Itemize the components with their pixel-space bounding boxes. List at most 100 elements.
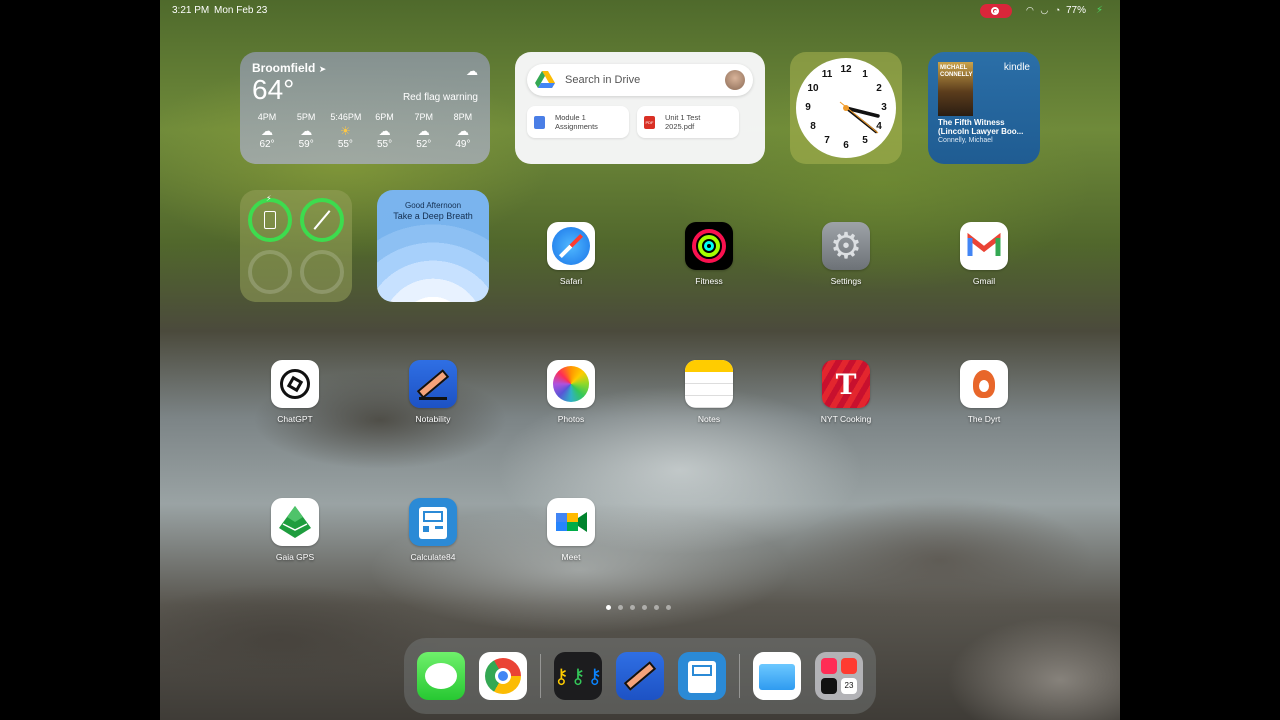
location-arrow-icon: ➤ bbox=[318, 64, 327, 74]
photos-icon bbox=[547, 360, 595, 408]
status-bar: 3:21 PM Mon Feb 23 ◠ ◡ ◔ 77% ⚡ bbox=[160, 4, 1120, 19]
hourly-item: 7PM ☁ 52° bbox=[409, 110, 439, 152]
page-dot[interactable] bbox=[606, 605, 611, 610]
clock-widget[interactable]: 12 1 2 3 4 5 6 7 8 9 10 11 bbox=[790, 52, 902, 164]
hourly-item: 5PM ☁ 59° bbox=[291, 110, 321, 152]
widget-prompt: Take a Deep Breath bbox=[393, 211, 473, 221]
app-gmail[interactable]: Gmail bbox=[949, 222, 1019, 286]
app-label: Meet bbox=[561, 552, 581, 562]
app-fitness[interactable]: Fitness bbox=[674, 222, 744, 286]
charging-bolt-icon: ⚡ bbox=[266, 194, 272, 203]
app-label: Calculate84 bbox=[410, 552, 456, 562]
book-cover: MICHAEL CONNELLY bbox=[938, 62, 973, 116]
wifi-icon: ◠ ◡ ◔ bbox=[1026, 5, 1063, 15]
book-title: The Fifth Witness (Lincoln Lawyer Boo... bbox=[938, 118, 1024, 136]
ipad-home-screen: 3:21 PM Mon Feb 23 ◠ ◡ ◔ 77% ⚡ Broomfiel… bbox=[160, 0, 1120, 720]
page-dot[interactable] bbox=[642, 605, 647, 610]
clock-hands bbox=[839, 101, 880, 134]
app-label: NYT Cooking bbox=[820, 414, 872, 424]
cloud-icon: ☁ bbox=[466, 64, 478, 78]
files-icon[interactable] bbox=[753, 652, 801, 700]
status-date: Mon Feb 23 bbox=[214, 5, 268, 16]
widget-greeting: Good Afternoon bbox=[404, 201, 462, 210]
calculate84-icon[interactable] bbox=[678, 652, 726, 700]
app-label: Notability bbox=[415, 414, 451, 424]
cloud-icon: ☁ bbox=[300, 124, 313, 138]
gmail-icon bbox=[960, 222, 1008, 270]
app-label: Fitness bbox=[695, 276, 723, 286]
kindle-widget[interactable]: MICHAEL CONNELLY kindle The Fifth Witnes… bbox=[928, 52, 1040, 164]
weather-alert: Red flag warning bbox=[402, 92, 478, 103]
drive-file-item[interactable]: PDF Unit 1 Test 2025.pdf bbox=[637, 106, 739, 138]
notability-icon[interactable] bbox=[616, 652, 664, 700]
cloud-icon: ☁ bbox=[456, 124, 469, 138]
dyrt-icon bbox=[960, 360, 1008, 408]
app-safari[interactable]: Safari bbox=[536, 222, 606, 286]
ipad-battery-ring bbox=[248, 198, 292, 242]
hourly-item: 8PM ☁ 49° bbox=[448, 110, 478, 152]
page-dot[interactable] bbox=[630, 605, 635, 610]
mindfulness-widget[interactable]: Good Afternoon Take a Deep Breath bbox=[377, 190, 489, 302]
avatar[interactable] bbox=[725, 70, 745, 90]
page-dot[interactable] bbox=[618, 605, 623, 610]
drive-search-bar[interactable]: Search in Drive bbox=[527, 64, 753, 96]
charging-bolt-icon: ⚡ bbox=[1096, 5, 1104, 16]
batteries-widget[interactable]: ⚡ bbox=[240, 190, 352, 302]
hourly-item: 5:46PM ☀ 55° bbox=[330, 112, 362, 150]
battery-percentage: 77% bbox=[1066, 5, 1087, 16]
app-label: Gmail bbox=[972, 276, 996, 286]
sunset-icon: ☀ bbox=[339, 124, 351, 138]
settings-icon: ⚙ bbox=[822, 222, 870, 270]
weather-widget[interactable]: Broomfield ➤ 64° ☁ Red flag warning 4PM ☁… bbox=[240, 52, 490, 164]
app-label: Notes bbox=[697, 414, 721, 424]
app-label: ChatGPT bbox=[277, 414, 313, 424]
app-notes[interactable]: Notes bbox=[674, 360, 744, 424]
page-dot[interactable] bbox=[666, 605, 671, 610]
weather-hourly-forecast: 4PM ☁ 62° 5PM ☁ 59° 5:46PM ☀ 55° 6PM ☁ 55° 7PM ☁ 5… bbox=[252, 110, 478, 152]
app-settings[interactable]: ⚙ Settings bbox=[811, 222, 881, 286]
page-dot[interactable] bbox=[654, 605, 659, 610]
app-calculate84[interactable]: Calculate84 bbox=[398, 498, 468, 562]
chatgpt-icon bbox=[271, 360, 319, 408]
drive-file-item[interactable]: Module 1 Assignments bbox=[527, 106, 629, 138]
messages-icon[interactable] bbox=[417, 652, 465, 700]
app-chatgpt[interactable]: ChatGPT bbox=[260, 360, 330, 424]
analog-clock-face: 12 1 2 3 4 5 6 7 8 9 10 11 bbox=[796, 58, 896, 158]
app-label: The Dyrt bbox=[967, 414, 1001, 424]
notes-icon bbox=[685, 360, 733, 408]
app-nyt-cooking[interactable]: T NYT Cooking bbox=[811, 360, 881, 424]
app-notability[interactable]: Notability bbox=[398, 360, 468, 424]
empty-battery-ring bbox=[248, 250, 292, 294]
page-indicator[interactable] bbox=[606, 605, 671, 610]
dock-divider bbox=[540, 654, 541, 698]
book-author: Connelly, Michael bbox=[938, 137, 993, 144]
hourly-item: 4PM ☁ 62° bbox=[252, 110, 282, 152]
app-gaia-gps[interactable]: Gaia GPS bbox=[260, 498, 330, 562]
google-doc-icon bbox=[534, 115, 545, 129]
cloud-icon: ☁ bbox=[417, 124, 430, 138]
weather-city: Broomfield ➤ bbox=[252, 61, 327, 75]
google-drive-widget[interactable]: Search in Drive Module 1 Assignments PDF … bbox=[515, 52, 765, 164]
drive-search-placeholder: Search in Drive bbox=[565, 74, 641, 86]
dock-divider bbox=[739, 654, 740, 698]
cloud-icon: ☁ bbox=[261, 124, 273, 138]
fitness-icon bbox=[685, 222, 733, 270]
kindle-logo: kindle bbox=[1003, 62, 1030, 73]
ipad-icon bbox=[264, 211, 276, 229]
app-library-icon[interactable]: 23 bbox=[815, 652, 863, 700]
cloud-icon: ☁ bbox=[378, 124, 391, 138]
app-photos[interactable]: Photos bbox=[536, 360, 606, 424]
chrome-icon[interactable] bbox=[479, 652, 527, 700]
app-the-dyrt[interactable]: The Dyrt bbox=[949, 360, 1019, 424]
meet-icon bbox=[547, 498, 595, 546]
screen-recording-indicator[interactable] bbox=[980, 4, 1012, 18]
empty-battery-ring bbox=[300, 250, 344, 294]
pencil-battery-ring bbox=[300, 198, 344, 242]
nyt-cooking-icon: T bbox=[822, 360, 870, 408]
status-time: 3:21 PM bbox=[172, 5, 210, 16]
safari-icon bbox=[547, 222, 595, 270]
passwords-icon[interactable]: ⚷ ⚷ ⚷ bbox=[554, 652, 602, 700]
app-label: Safari bbox=[559, 276, 583, 286]
app-label: Photos bbox=[557, 414, 585, 424]
app-meet[interactable]: Meet bbox=[536, 498, 606, 562]
